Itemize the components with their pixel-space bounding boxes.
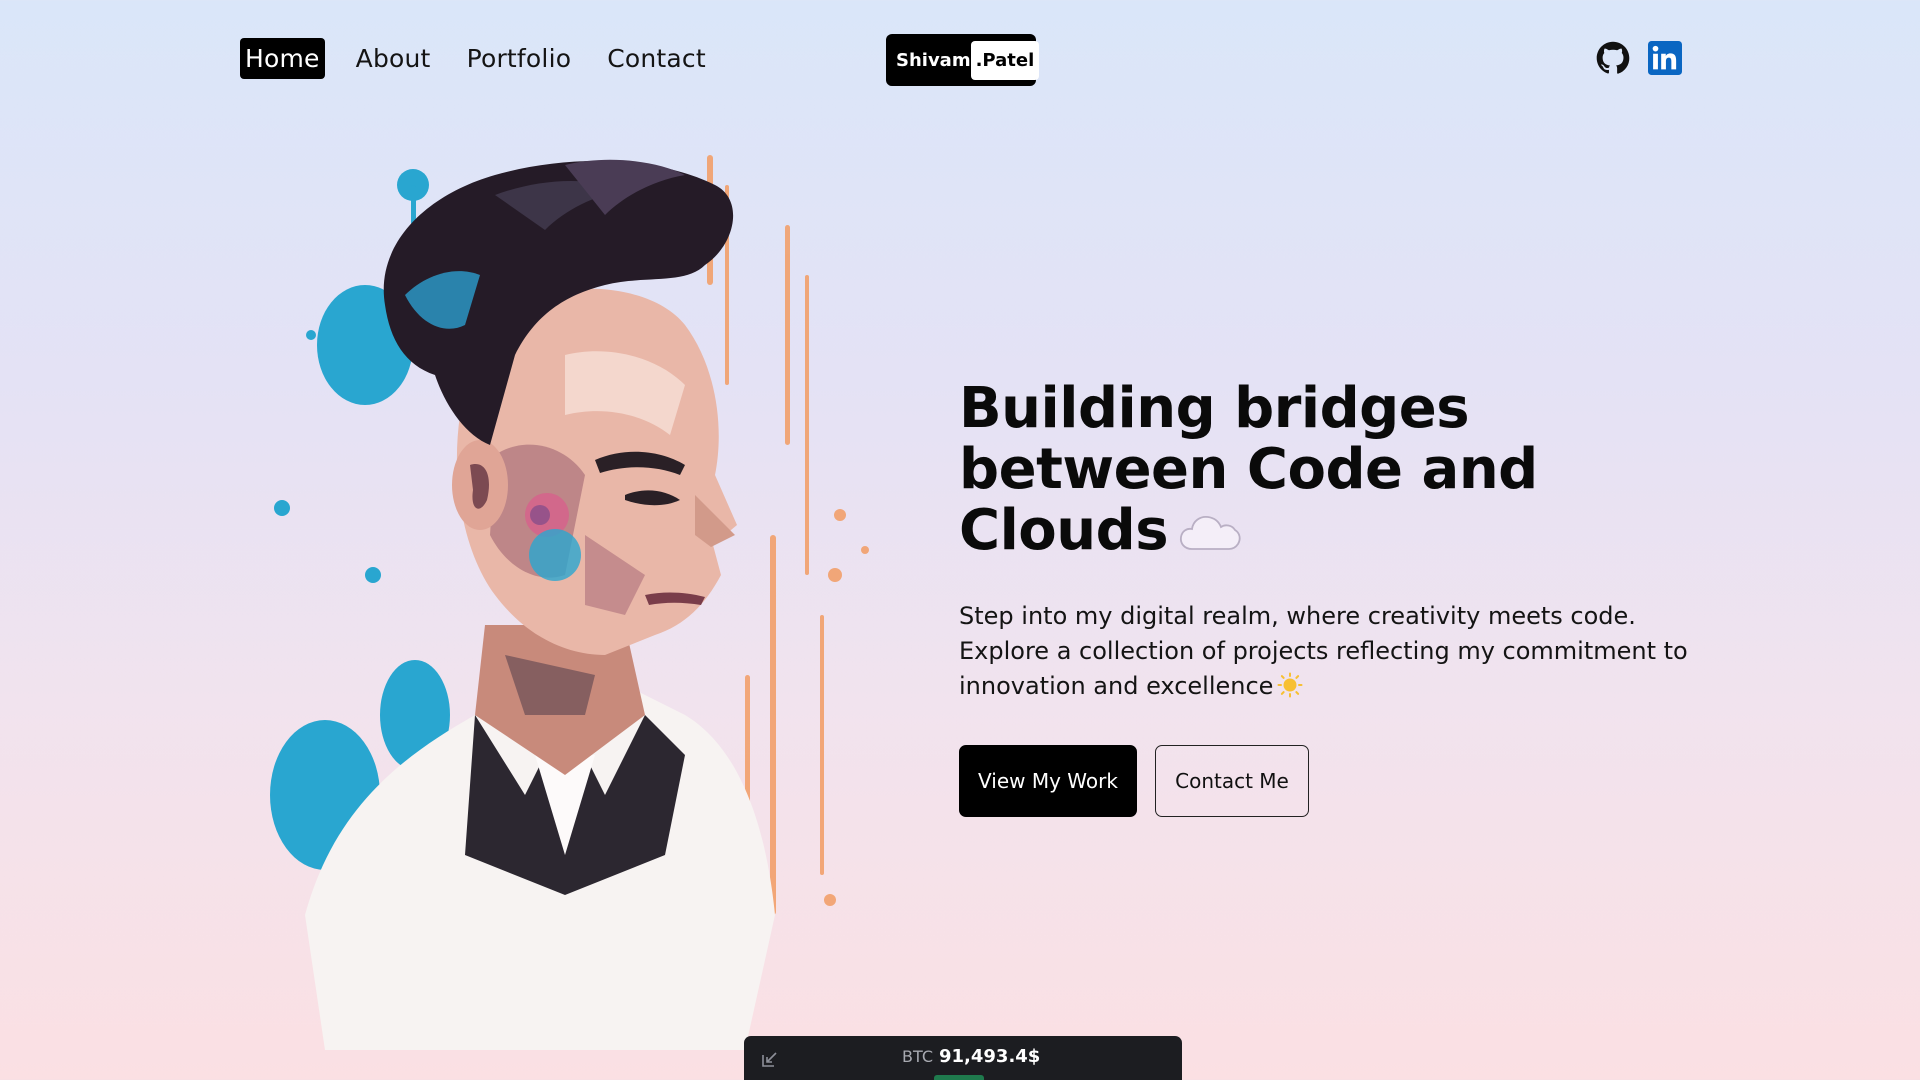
site-logo[interactable]: Shivam .Patel <box>886 34 1040 86</box>
linkedin-icon[interactable] <box>1648 41 1682 75</box>
hero-title: Building bridges between Code and Clouds <box>959 378 1719 561</box>
logo-first-name: Shivam <box>896 49 971 71</box>
ticker-symbol: BTC <box>902 1047 933 1066</box>
hero-description: Step into my digital realm, where creati… <box>959 599 1699 704</box>
logo-last-name: .Patel <box>970 40 1040 80</box>
hero-portrait-illustration <box>270 155 869 1050</box>
cloud-icon <box>1180 516 1241 550</box>
nav-item-portfolio[interactable]: Portfolio <box>462 38 577 79</box>
minimize-arrow-icon[interactable] <box>760 1049 780 1069</box>
nav-item-about[interactable]: About <box>351 38 436 79</box>
view-my-work-button[interactable]: View My Work <box>959 745 1137 817</box>
ticker-info: BTC 91,493.4$ <box>902 1046 1040 1067</box>
hero-section: Building bridges between Code and Clouds… <box>959 378 1719 817</box>
social-links <box>1596 41 1682 75</box>
ticker-price: 91,493.4$ <box>938 1046 1041 1067</box>
nav-item-contact[interactable]: Contact <box>602 38 711 79</box>
hero-description-text: Step into my digital realm, where creati… <box>959 602 1688 700</box>
sun-icon <box>1277 672 1303 698</box>
ticker-trend-indicator <box>934 1075 984 1080</box>
site-header: Home About Portfolio Contact Shivam .Pat… <box>0 0 1920 120</box>
nav-item-home[interactable]: Home <box>240 38 325 79</box>
hero-actions: View My Work Contact Me <box>959 745 1719 817</box>
github-icon[interactable] <box>1596 41 1630 75</box>
contact-me-button[interactable]: Contact Me <box>1155 745 1309 817</box>
hero-title-text: Building bridges between Code and Clouds <box>959 376 1538 563</box>
main-nav: Home About Portfolio Contact <box>240 38 731 79</box>
crypto-ticker: BTC 91,493.4$ <box>744 1036 1182 1080</box>
